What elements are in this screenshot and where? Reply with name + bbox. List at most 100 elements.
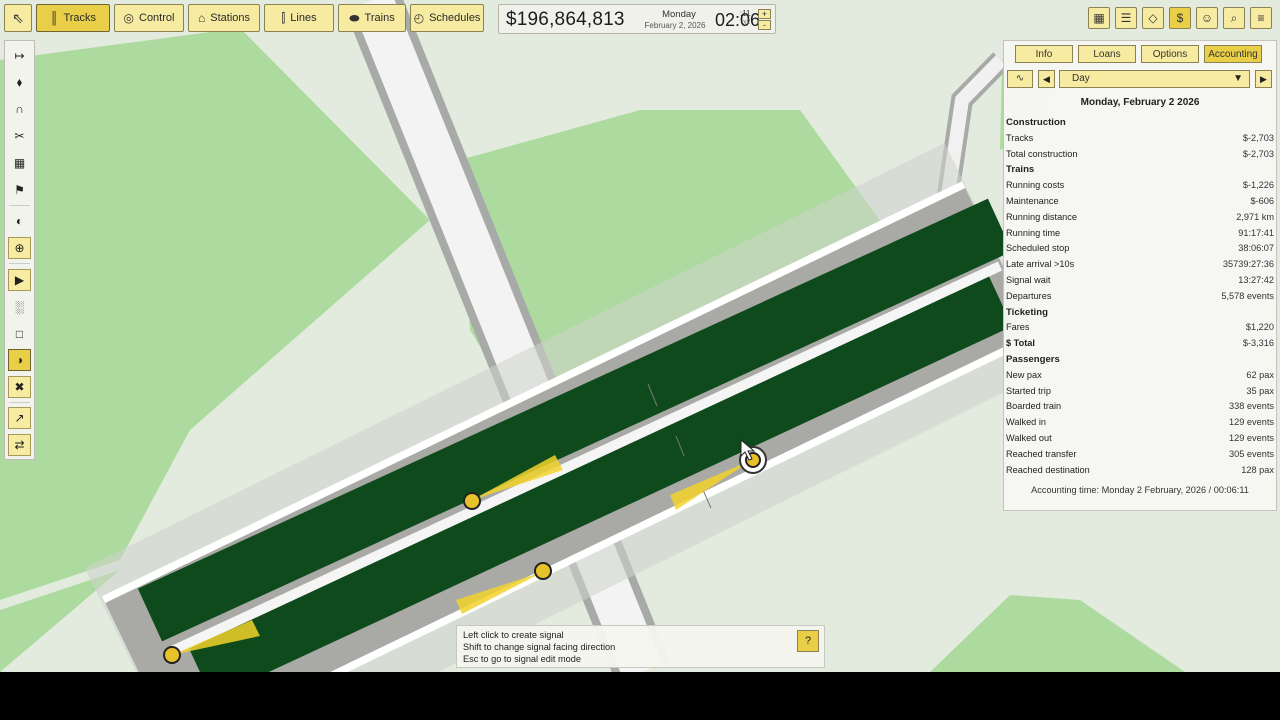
bridge-icon: ∩ — [15, 102, 24, 116]
tab-loans[interactable]: Loans — [1078, 45, 1136, 63]
schedules-tab-button[interactable]: ◴ Schedules — [410, 4, 484, 32]
accounting-time: Accounting time: Monday 2 February, 2026… — [1031, 485, 1249, 495]
signal-add-icon: ⊕ — [14, 241, 25, 255]
main-menu-button[interactable]: ≡ — [1250, 7, 1272, 29]
section-header: Passengers — [1006, 352, 1274, 368]
tag-button[interactable]: ◇ — [1142, 7, 1164, 29]
row-label: New pax — [1006, 369, 1042, 380]
row-label: Reached destination — [1006, 464, 1090, 475]
status-display: $196,864,813 Monday February 2, 2026 02:… — [498, 4, 776, 34]
signal-add-tool[interactable]: ⊕ — [8, 237, 31, 259]
dollar-icon: $ — [1176, 11, 1184, 25]
track-add-tool[interactable]: ⬧ — [8, 71, 31, 93]
speed-down-button[interactable]: - — [758, 20, 771, 30]
hint-line: Esc to go to signal edit mode — [463, 654, 581, 664]
chevron-down-icon: ▼ — [1233, 73, 1243, 84]
row-value: 129 events — [1229, 417, 1274, 428]
row-label: Running distance — [1006, 211, 1077, 222]
layers-icon: ☰ — [1120, 11, 1132, 25]
row-value: $-606 — [1250, 195, 1275, 206]
lines-icon: ⫿ — [281, 11, 286, 25]
accounting-row: Reached transfer 305 events — [1006, 447, 1274, 463]
signal-edit-icon: ◐ — [15, 214, 24, 228]
track-build-icon: ↦ — [14, 49, 25, 63]
hint-line: Left click to create signal — [463, 630, 564, 640]
search-button[interactable]: ⌕ — [1223, 7, 1245, 29]
next-period-button[interactable]: ▶ — [1255, 70, 1272, 88]
flag-tool[interactable]: ⚑ — [8, 179, 31, 201]
arrow-right-icon: ▶ — [1260, 74, 1267, 84]
accounting-row: Running costs $-1,226 — [1006, 178, 1274, 194]
row-value: 91:17:41 — [1238, 227, 1274, 238]
row-value: 38:06:07 — [1238, 243, 1274, 254]
day-of-week: Monday — [662, 9, 696, 20]
people-button[interactable]: ☺ — [1196, 7, 1218, 29]
hint-box: Left click to create signal Shift to cha… — [456, 625, 825, 668]
stations-tab-button[interactable]: ⌂ Stations — [188, 4, 260, 32]
bridge-tool[interactable]: ∩ — [8, 98, 31, 120]
grid-tool[interactable]: ▦ — [8, 152, 31, 174]
swap-tool[interactable]: ⇄ — [8, 434, 31, 456]
help-icon: ? — [804, 635, 812, 647]
signal-mode-tool[interactable]: ◑ — [8, 349, 31, 371]
accounting-row: Total construction $-2,703 — [1006, 147, 1274, 163]
row-value: 5,578 events — [1221, 290, 1274, 301]
row-label: Total construction — [1006, 148, 1078, 159]
right-toolbar: ▦ ☰ ◇ $ ☺ ⌕ ≡ — [1088, 7, 1272, 29]
crossing-tool[interactable]: ✖ — [8, 376, 31, 398]
people-icon: ☺ — [1200, 11, 1214, 25]
row-value: 13:27:42 — [1238, 274, 1274, 285]
chart-toggle-button[interactable]: ∿ — [1007, 70, 1033, 88]
control-tab-button[interactable]: ◎ Control — [114, 4, 184, 32]
toolbar-divider — [9, 263, 30, 264]
row-label: Construction — [1006, 117, 1066, 128]
pointer-icon: ⇖ — [12, 10, 24, 26]
demolish-tool[interactable]: ✂ — [8, 125, 31, 147]
signal-edit-tool[interactable]: ◐ — [8, 210, 31, 232]
flag-icon: ⚑ — [14, 183, 25, 197]
section-header: Trains — [1006, 162, 1274, 178]
tracks-tab-button[interactable]: ║ Tracks — [36, 4, 110, 32]
tag-icon: ◇ — [1148, 11, 1158, 25]
row-value: 35 pax — [1246, 385, 1274, 396]
traffic-light-icon: ◎ — [123, 11, 134, 25]
map-view-button[interactable]: ▦ — [1088, 7, 1110, 29]
help-button[interactable]: ? — [797, 630, 819, 652]
panel-tabs: Info Loans Options Accounting — [1015, 45, 1262, 63]
station-icon: ⌂ — [198, 11, 206, 25]
square-tool[interactable]: □ — [8, 323, 31, 345]
tab-options[interactable]: Options — [1141, 45, 1199, 63]
row-label: $ Total — [1006, 338, 1035, 349]
accounting-row: Running time 91:17:41 — [1006, 226, 1274, 242]
previous-period-button[interactable]: ◀ — [1038, 70, 1055, 88]
layers-button[interactable]: ☰ — [1115, 7, 1137, 29]
arrow-right-icon: ▶ — [14, 273, 25, 287]
row-label: Boarded train — [1006, 401, 1062, 412]
select-tool-button[interactable]: ⇖ — [4, 4, 32, 32]
row-label: Passengers — [1006, 353, 1060, 365]
row-label: Fares — [1006, 322, 1030, 333]
checker-tool[interactable]: ░ — [8, 296, 31, 318]
row-label: Departures — [1006, 290, 1052, 301]
accounting-row: Started trip 35 pax — [1006, 384, 1274, 400]
track-add-icon: ⬧ — [16, 74, 23, 89]
period-select[interactable]: Day ▼ — [1059, 70, 1250, 88]
chart-tool[interactable]: ↗ — [8, 407, 31, 429]
speed-up-button[interactable]: + — [758, 9, 771, 19]
lines-tab-button[interactable]: ⫿ Lines — [264, 4, 334, 32]
direction-tool[interactable]: ▶ — [8, 269, 31, 291]
tab-info[interactable]: Info — [1015, 45, 1073, 63]
trains-tab-button[interactable]: ⬬ Trains — [338, 4, 406, 32]
train-icon: ⬬ — [349, 11, 360, 25]
track-build-tool[interactable]: ↦ — [8, 45, 31, 67]
tab-accounting[interactable]: Accounting — [1204, 45, 1262, 63]
signal-mode-icon: ◑ — [15, 353, 24, 367]
row-label: Walked out — [1006, 432, 1052, 443]
menu-icon: ≡ — [1257, 11, 1265, 25]
period-value: Day — [1072, 73, 1090, 84]
accounting-row: Walked out 129 events — [1006, 431, 1274, 447]
row-label: Walked in — [1006, 417, 1046, 428]
finance-button[interactable]: $ — [1169, 7, 1191, 29]
map-icon: ▦ — [1093, 11, 1105, 25]
search-icon: ⌕ — [1230, 10, 1238, 25]
